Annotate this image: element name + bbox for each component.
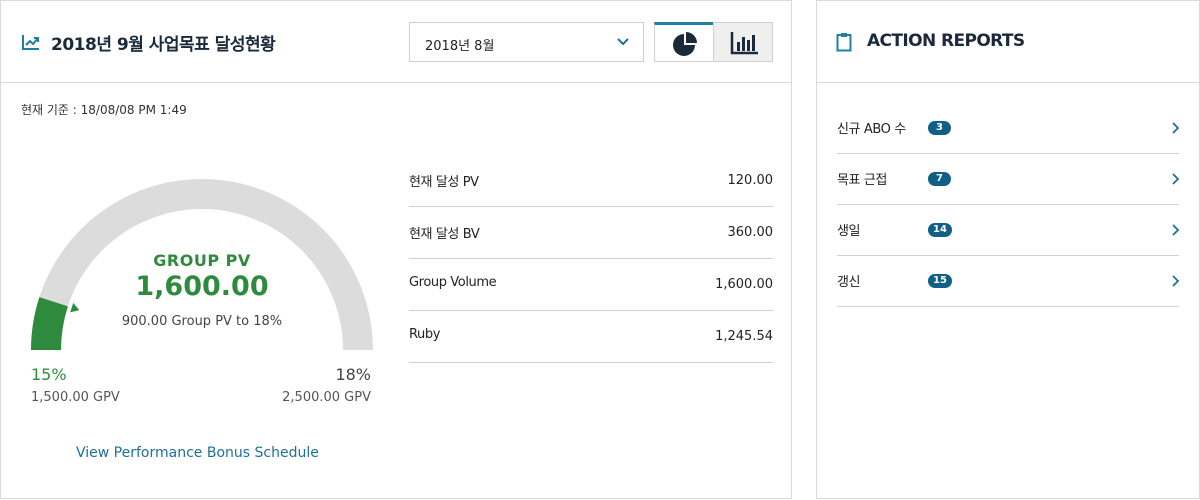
- stat-row: Ruby 1,245.54: [409, 311, 773, 363]
- count-badge: 3: [928, 121, 951, 135]
- bonus-schedule-link[interactable]: View Performance Bonus Schedule: [76, 445, 319, 461]
- stat-value: 1,600.00: [715, 277, 773, 292]
- stat-label: Ruby: [409, 327, 441, 342]
- gauge-min-gpv: 1,500.00 GPV: [31, 390, 120, 405]
- stat-row: 현재 달성 BV 360.00: [409, 207, 773, 259]
- gauge-marker: [70, 302, 80, 313]
- action-reports-panel: ACTION REPORTS 신규 ABO 수 3 목표 근접 7 생일 14 …: [816, 0, 1200, 499]
- list-item[interactable]: 신규 ABO 수 3: [837, 103, 1179, 154]
- stat-row: Group Volume 1,600.00: [409, 259, 773, 311]
- stat-label: 현재 달성 BV: [409, 227, 480, 242]
- stat-label: 현재 달성 PV: [409, 175, 479, 190]
- count-badge: 15: [928, 274, 952, 288]
- action-reports-title: ACTION REPORTS: [867, 31, 1025, 51]
- performance-panel: 2018년 9월 사업목표 달성현황 2018년 8월 현재 기준: 18/0…: [0, 0, 792, 499]
- stat-row: 현재 달성 PV 120.00: [409, 155, 773, 207]
- clipboard-icon: [836, 33, 852, 52]
- action-reports-list: 신규 ABO 수 3 목표 근접 7 생일 14 갱신 15: [837, 103, 1179, 307]
- item-label: 갱신: [837, 275, 861, 290]
- count-badge: 7: [928, 172, 951, 186]
- stats-list: 현재 달성 PV 120.00 현재 달성 BV 360.00 Group Vo…: [409, 155, 773, 363]
- chevron-right-icon: [1172, 173, 1179, 185]
- chevron-right-icon: [1172, 122, 1179, 134]
- gauge-max-gpv: 2,500.00 GPV: [282, 390, 371, 405]
- list-item[interactable]: 생일 14: [837, 205, 1179, 256]
- item-label: 목표 근접: [837, 173, 887, 188]
- pie-chart-icon: [673, 32, 697, 56]
- month-select[interactable]: 2018년 8월: [409, 22, 644, 62]
- stat-value: 1,245.54: [715, 329, 773, 344]
- gauge-subtext: 900.00 Group PV to 18%: [121, 314, 283, 329]
- timestamp: 현재 기준 : 18/08/08 PM 1:49: [21, 103, 187, 117]
- pie-view-button[interactable]: [654, 22, 714, 62]
- month-select-value: 2018년 8월: [425, 39, 495, 54]
- bar-chart-icon: [730, 32, 758, 55]
- list-item[interactable]: 갱신 15: [837, 256, 1179, 307]
- action-reports-header: ACTION REPORTS: [817, 1, 1199, 83]
- gauge-label: GROUP PV: [153, 251, 251, 270]
- item-label: 신규 ABO 수: [837, 122, 906, 137]
- trending-up-icon: [22, 35, 39, 50]
- stat-label: Group Volume: [409, 275, 497, 290]
- chevron-right-icon: [1172, 224, 1179, 236]
- performance-header: 2018년 9월 사업목표 달성현황 2018년 8월: [1, 1, 791, 83]
- stat-value: 360.00: [727, 225, 774, 240]
- gauge-value: 1,600.00: [135, 271, 269, 302]
- item-label: 생일: [837, 224, 861, 239]
- gauge-max-percent: 18%: [335, 365, 371, 384]
- stat-value: 120.00: [727, 173, 774, 188]
- count-badge: 14: [928, 223, 952, 237]
- view-toggle: [654, 22, 773, 62]
- page-title: 2018년 9월 사업목표 달성현황: [51, 35, 276, 55]
- list-item[interactable]: 목표 근접 7: [837, 154, 1179, 205]
- chevron-down-icon: [617, 38, 629, 46]
- gauge-min-percent: 15%: [31, 365, 67, 384]
- bar-view-button[interactable]: [713, 22, 773, 62]
- chevron-right-icon: [1172, 275, 1179, 287]
